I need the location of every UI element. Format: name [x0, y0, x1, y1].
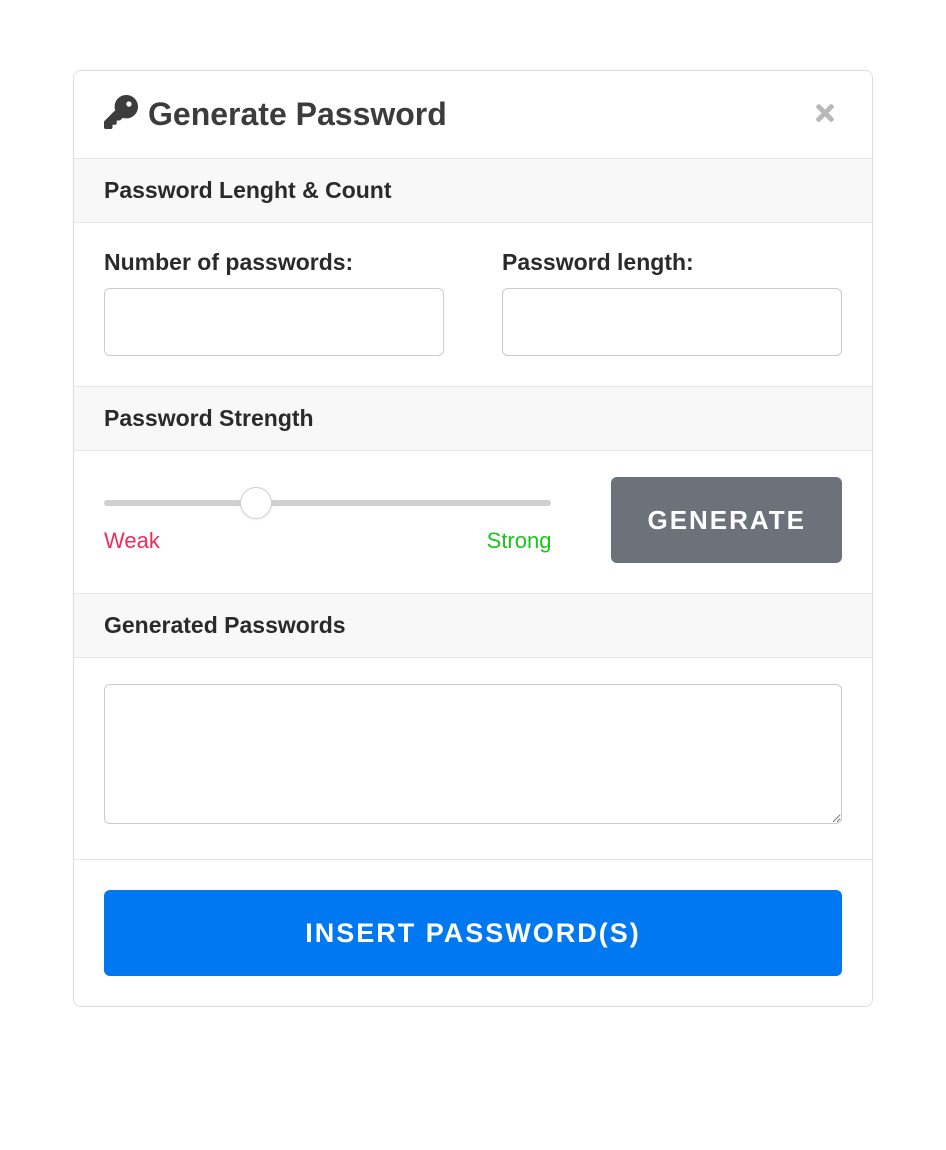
- section-header-length-count: Password Lenght & Count: [74, 159, 872, 223]
- section-body-strength: Weak Strong Generate: [74, 451, 872, 594]
- close-icon: [812, 114, 838, 129]
- generated-passwords-output[interactable]: [104, 684, 842, 824]
- generate-password-modal: Generate Password Password Lenght & Coun…: [73, 70, 873, 1007]
- section-body-length-count: Number of passwords: Password length:: [74, 223, 872, 387]
- modal-title-wrap: Generate Password: [104, 95, 447, 134]
- key-icon: [104, 95, 138, 134]
- slider-track: [104, 500, 551, 506]
- password-length-label: Password length:: [502, 249, 842, 276]
- number-of-passwords-label: Number of passwords:: [104, 249, 444, 276]
- slider-labels: Weak Strong: [104, 528, 551, 554]
- strong-label: Strong: [487, 528, 552, 554]
- form-group-length: Password length:: [502, 249, 842, 356]
- number-of-passwords-input[interactable]: [104, 288, 444, 356]
- modal-header: Generate Password: [74, 71, 872, 159]
- form-row: Number of passwords: Password length:: [104, 249, 842, 356]
- generate-button[interactable]: Generate: [611, 477, 842, 563]
- modal-title: Generate Password: [148, 96, 447, 133]
- section-header-strength: Password Strength: [74, 387, 872, 451]
- insert-passwords-button[interactable]: Insert Password(s): [104, 890, 842, 976]
- strength-slider-wrap: Weak Strong: [104, 486, 551, 554]
- close-button[interactable]: [808, 96, 842, 133]
- modal-footer: Insert Password(s): [74, 860, 872, 1006]
- strength-slider[interactable]: [104, 486, 551, 520]
- section-body-generated: [74, 658, 872, 860]
- password-length-input[interactable]: [502, 288, 842, 356]
- strength-row: Weak Strong Generate: [104, 477, 842, 563]
- slider-fill: [104, 500, 256, 506]
- form-group-number: Number of passwords:: [104, 249, 444, 356]
- slider-thumb[interactable]: [240, 487, 272, 519]
- section-header-generated: Generated Passwords: [74, 594, 872, 658]
- weak-label: Weak: [104, 528, 160, 554]
